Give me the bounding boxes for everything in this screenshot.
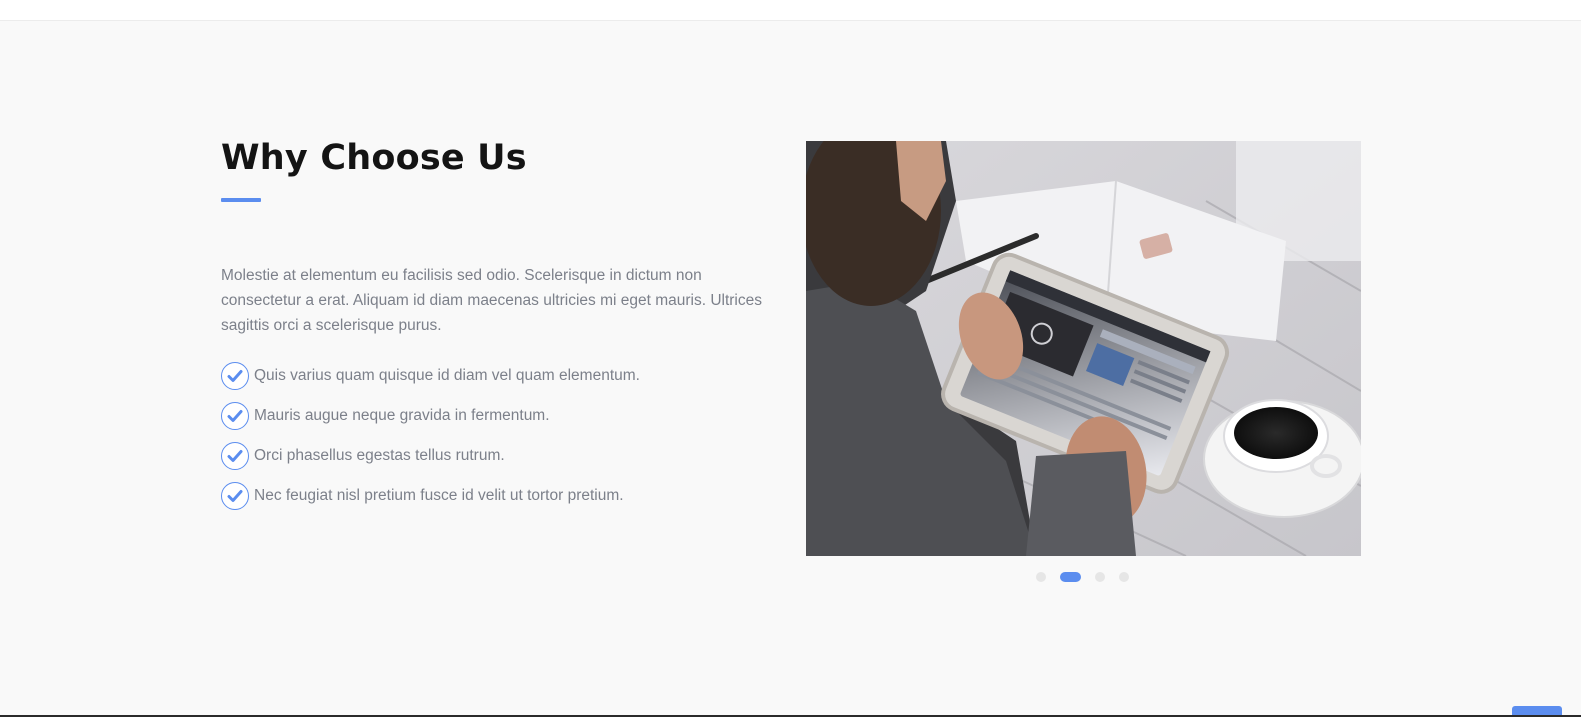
feature-text: Nec feugiat nisl pretium fusce id velit … — [254, 487, 624, 504]
feature-item: Mauris augue neque gravida in fermentum. — [221, 396, 781, 436]
image-slider[interactable] — [806, 141, 1361, 556]
feature-text: Mauris augue neque gravida in fermentum. — [254, 407, 550, 424]
slider-dot-active[interactable] — [1060, 572, 1081, 582]
slider-dot[interactable] — [1036, 572, 1046, 582]
slider-pagination — [1036, 571, 1143, 583]
check-circle-icon — [221, 442, 249, 470]
why-choose-us-content: Why Choose Us Molestie at elementum eu f… — [221, 137, 781, 516]
check-circle-icon — [221, 402, 249, 430]
intro-paragraph: Molestie at elementum eu facilisis sed o… — [221, 267, 762, 334]
feature-item: Orci phasellus egestas tellus rutrum. — [221, 436, 781, 476]
slider-dot[interactable] — [1095, 572, 1105, 582]
slider-dot[interactable] — [1119, 572, 1129, 582]
feature-list: Quis varius quam quisque id diam vel qua… — [221, 356, 781, 516]
slide-image — [806, 141, 1361, 556]
check-circle-icon — [221, 482, 249, 510]
title-underline — [221, 198, 261, 202]
check-circle-icon — [221, 362, 249, 390]
feature-item: Quis varius quam quisque id diam vel qua… — [221, 356, 781, 396]
section-title: Why Choose Us — [221, 138, 527, 178]
feature-text: Orci phasellus egestas tellus rutrum. — [254, 447, 505, 464]
feature-item: Nec feugiat nisl pretium fusce id velit … — [221, 476, 781, 516]
feature-text: Quis varius quam quisque id diam vel qua… — [254, 367, 640, 384]
top-header-bar — [0, 0, 1581, 21]
